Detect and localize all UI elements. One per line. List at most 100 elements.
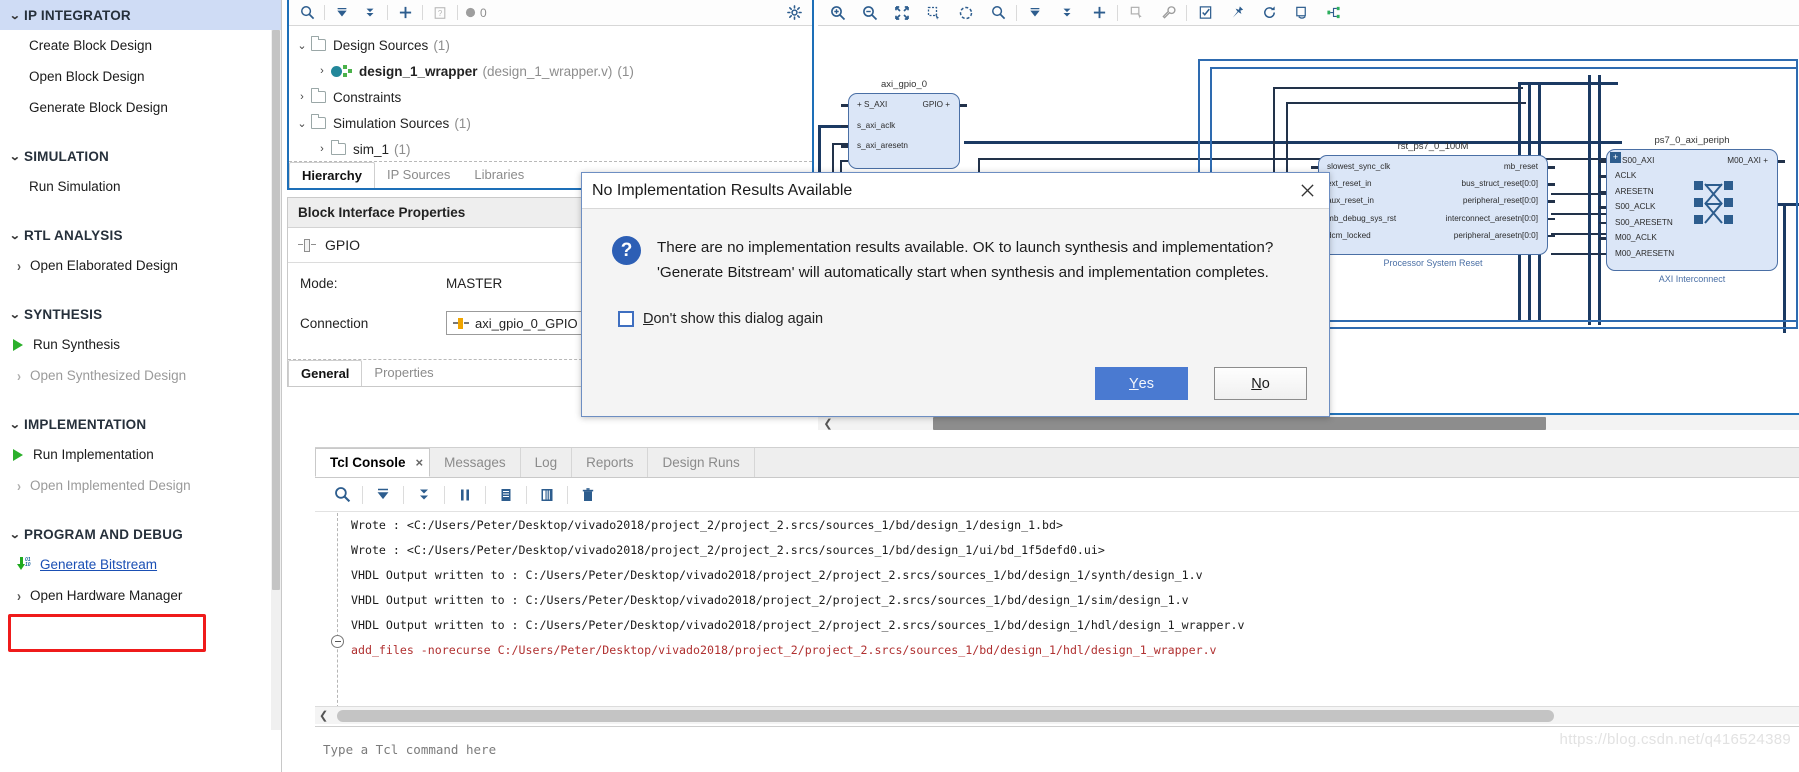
sidebar-item-generate-bitstream[interactable]: 01 10 Generate Bitstream [0, 549, 281, 580]
status-count-icon[interactable]: 0 [461, 1, 491, 25]
copy-icon[interactable] [489, 480, 523, 510]
close-icon[interactable] [1285, 173, 1329, 209]
dialog-message: There are no implementation results avai… [641, 235, 1273, 285]
tab-libraries[interactable]: Libraries [462, 162, 536, 188]
tab-design-runs[interactable]: Design Runs [648, 448, 755, 477]
pin-icon[interactable] [1221, 1, 1253, 25]
select-region-icon[interactable] [1120, 1, 1152, 25]
chevron-right-icon[interactable]: › [313, 65, 331, 77]
add-ip-icon[interactable] [1083, 1, 1115, 25]
hierarchy-icon[interactable] [1317, 1, 1349, 25]
search-icon[interactable] [325, 480, 359, 510]
sidebar-item-run-implementation[interactable]: Run Implementation [0, 439, 281, 470]
console-log-area[interactable]: Wrote : <C:/Users/Peter/Desktop/vivado20… [315, 513, 1799, 713]
close-icon[interactable]: × [416, 448, 424, 477]
tree-row[interactable]: ⌄ Simulation Sources (1) [293, 110, 812, 136]
pin-connector [841, 145, 848, 148]
nav-section-implementation[interactable]: ⌄ IMPLEMENTATION [0, 409, 281, 439]
sidebar-scrollbar-thumb[interactable] [272, 30, 280, 590]
regenerate-layout-icon[interactable] [1253, 1, 1285, 25]
dont-show-again-row[interactable]: Don't show this dialog again [582, 285, 1329, 327]
pin-connector [1548, 183, 1555, 186]
tree-row[interactable]: ⌄ Design Sources (1) [293, 32, 812, 58]
settings-wrench-icon[interactable] [1152, 1, 1184, 25]
sidebar-item-run-simulation[interactable]: Run Simulation [0, 171, 281, 202]
tree-row[interactable]: › Constraints [293, 84, 812, 110]
chevron-down-icon: ⌄ [9, 9, 21, 22]
tab-hierarchy[interactable]: Hierarchy [289, 162, 375, 188]
block-pin-right: M00_AXI + [1727, 156, 1768, 165]
expand-block-icon[interactable]: + [1610, 152, 1621, 163]
no-button[interactable]: No [1214, 367, 1307, 400]
chevron-down-icon[interactable]: ⌄ [293, 117, 311, 130]
tab-tcl-console[interactable]: Tcl Console × [315, 448, 431, 477]
flow-navigator-sidebar: ⌄ IP INTEGRATOR Create Block Design Open Bl… [0, 0, 282, 772]
sidebar-item-open-hardware-manager[interactable]: › Open Hardware Manager [0, 580, 281, 611]
tree-row[interactable]: › design_1_wrapper (design_1_wrapper.v) (1) [293, 58, 812, 84]
collapse-all-icon[interactable] [328, 1, 356, 25]
expand-icon[interactable] [407, 480, 441, 510]
search-icon[interactable] [293, 1, 321, 25]
block-title: rst_ps7_0_100M [1397, 141, 1469, 152]
yes-button[interactable]: Yes [1095, 367, 1188, 400]
sidebar-item-open-synthesized-design[interactable]: › Open Synthesized Design [0, 360, 281, 391]
search-icon[interactable] [982, 1, 1014, 25]
pin-connector [1599, 206, 1606, 209]
sidebar-item-open-block-design[interactable]: Open Block Design [0, 61, 281, 92]
sidebar-item-open-elaborated-design[interactable]: › Open Elaborated Design [0, 250, 281, 281]
collapse-icon[interactable] [366, 480, 400, 510]
console-horizontal-scrollbar[interactable]: ❮ [315, 706, 1799, 724]
report-icon[interactable] [530, 480, 564, 510]
diagram-scrollbar-thumb[interactable] [933, 417, 1546, 430]
pin-connector [1311, 166, 1318, 169]
nav-section-label: IMPLEMENTATION [24, 416, 147, 432]
sidebar-item-label: Generate Block Design [29, 100, 168, 115]
help-icon[interactable]: ? [426, 1, 454, 25]
tab-properties[interactable]: Properties [362, 360, 445, 386]
console-scrollbar-thumb[interactable] [337, 710, 1554, 722]
scroll-left-icon[interactable]: ❮ [319, 709, 328, 722]
nav-section-program-and-debug[interactable]: ⌄ PROGRAM AND DEBUG [0, 519, 281, 549]
chevron-right-icon[interactable]: › [293, 91, 311, 103]
tab-reports[interactable]: Reports [572, 448, 649, 477]
pause-icon[interactable] [448, 480, 482, 510]
toolbar-divider [567, 485, 568, 504]
collapse-all-icon[interactable] [1019, 1, 1051, 25]
fit-screen-icon[interactable] [886, 1, 918, 25]
gear-icon[interactable] [780, 1, 808, 25]
tab-general[interactable]: General [288, 360, 363, 386]
toolbar-divider [444, 485, 445, 504]
sidebar-item-label: Open Block Design [29, 69, 145, 84]
validate-design-icon[interactable] [1189, 1, 1221, 25]
chevron-down-icon[interactable]: ⌄ [293, 39, 311, 52]
tab-log[interactable]: Log [521, 448, 573, 477]
zoom-in-icon[interactable] [822, 1, 854, 25]
sidebar-item-open-implemented-design[interactable]: › Open Implemented Design [0, 470, 281, 501]
add-sources-icon[interactable] [391, 1, 419, 25]
scroll-left-icon[interactable]: ❮ [820, 416, 836, 430]
clear-trash-icon[interactable] [571, 480, 605, 510]
tab-messages[interactable]: Messages [430, 448, 521, 477]
dialog-body: ? There are no implementation results av… [582, 209, 1329, 400]
sidebar-item-run-synthesis[interactable]: Run Synthesis [0, 329, 281, 360]
block-subtitle: Processor System Reset [1383, 258, 1483, 268]
sidebar-item-create-block-design[interactable]: Create Block Design [0, 30, 281, 61]
zoom-area-icon[interactable] [918, 1, 950, 25]
nav-section-rtl-analysis[interactable]: ⌄ RTL ANALYSIS [0, 220, 281, 250]
expand-all-icon[interactable] [356, 1, 384, 25]
nav-section-ip-integrator[interactable]: ⌄ IP INTEGRATOR [0, 0, 281, 30]
zoom-out-icon[interactable] [854, 1, 886, 25]
refit-icon[interactable] [950, 1, 982, 25]
expand-all-icon[interactable] [1051, 1, 1083, 25]
tab-ip-sources[interactable]: IP Sources [375, 162, 462, 188]
nav-section-simulation[interactable]: ⌄ SIMULATION [0, 141, 281, 171]
tree-row[interactable]: › sim_1 (1) [293, 136, 812, 162]
sidebar-item-generate-block-design[interactable]: Generate Block Design [0, 92, 281, 123]
dont-show-again-checkbox[interactable] [618, 311, 634, 327]
optimize-icon[interactable] [1285, 1, 1317, 25]
sidebar-scrollbar[interactable] [271, 30, 281, 730]
chevron-right-icon[interactable]: › [313, 143, 331, 155]
dialog-message-line1: There are no implementation results avai… [657, 239, 1274, 256]
sources-tree[interactable]: ⌄ Design Sources (1) › design_1_wrapper (desi… [289, 26, 812, 162]
nav-section-synthesis[interactable]: ⌄ SYNTHESIS [0, 299, 281, 329]
